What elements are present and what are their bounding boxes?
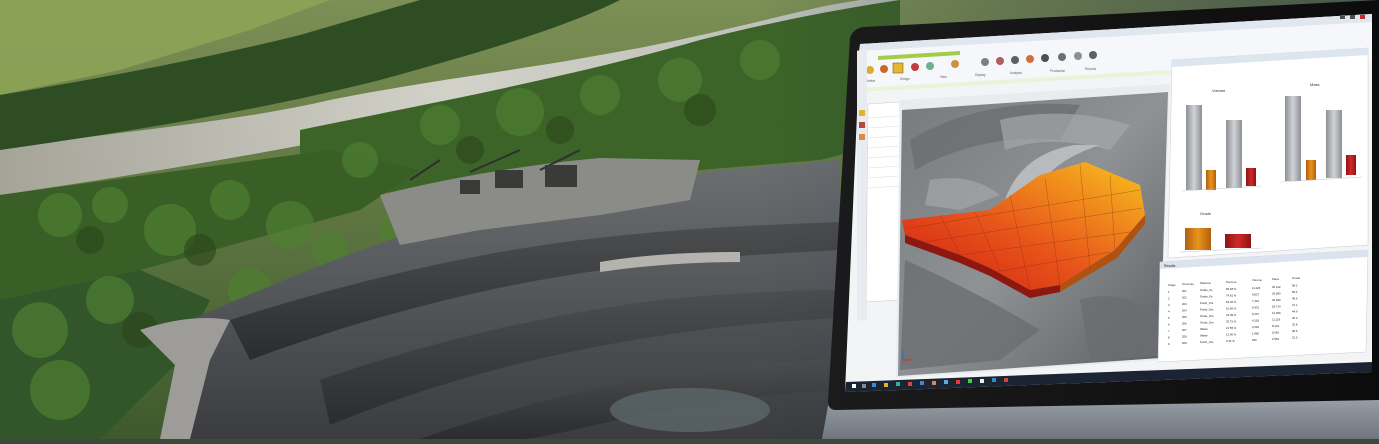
scene-svg [0, 0, 1379, 439]
quarry-aerial-photo [0, 0, 1379, 439]
